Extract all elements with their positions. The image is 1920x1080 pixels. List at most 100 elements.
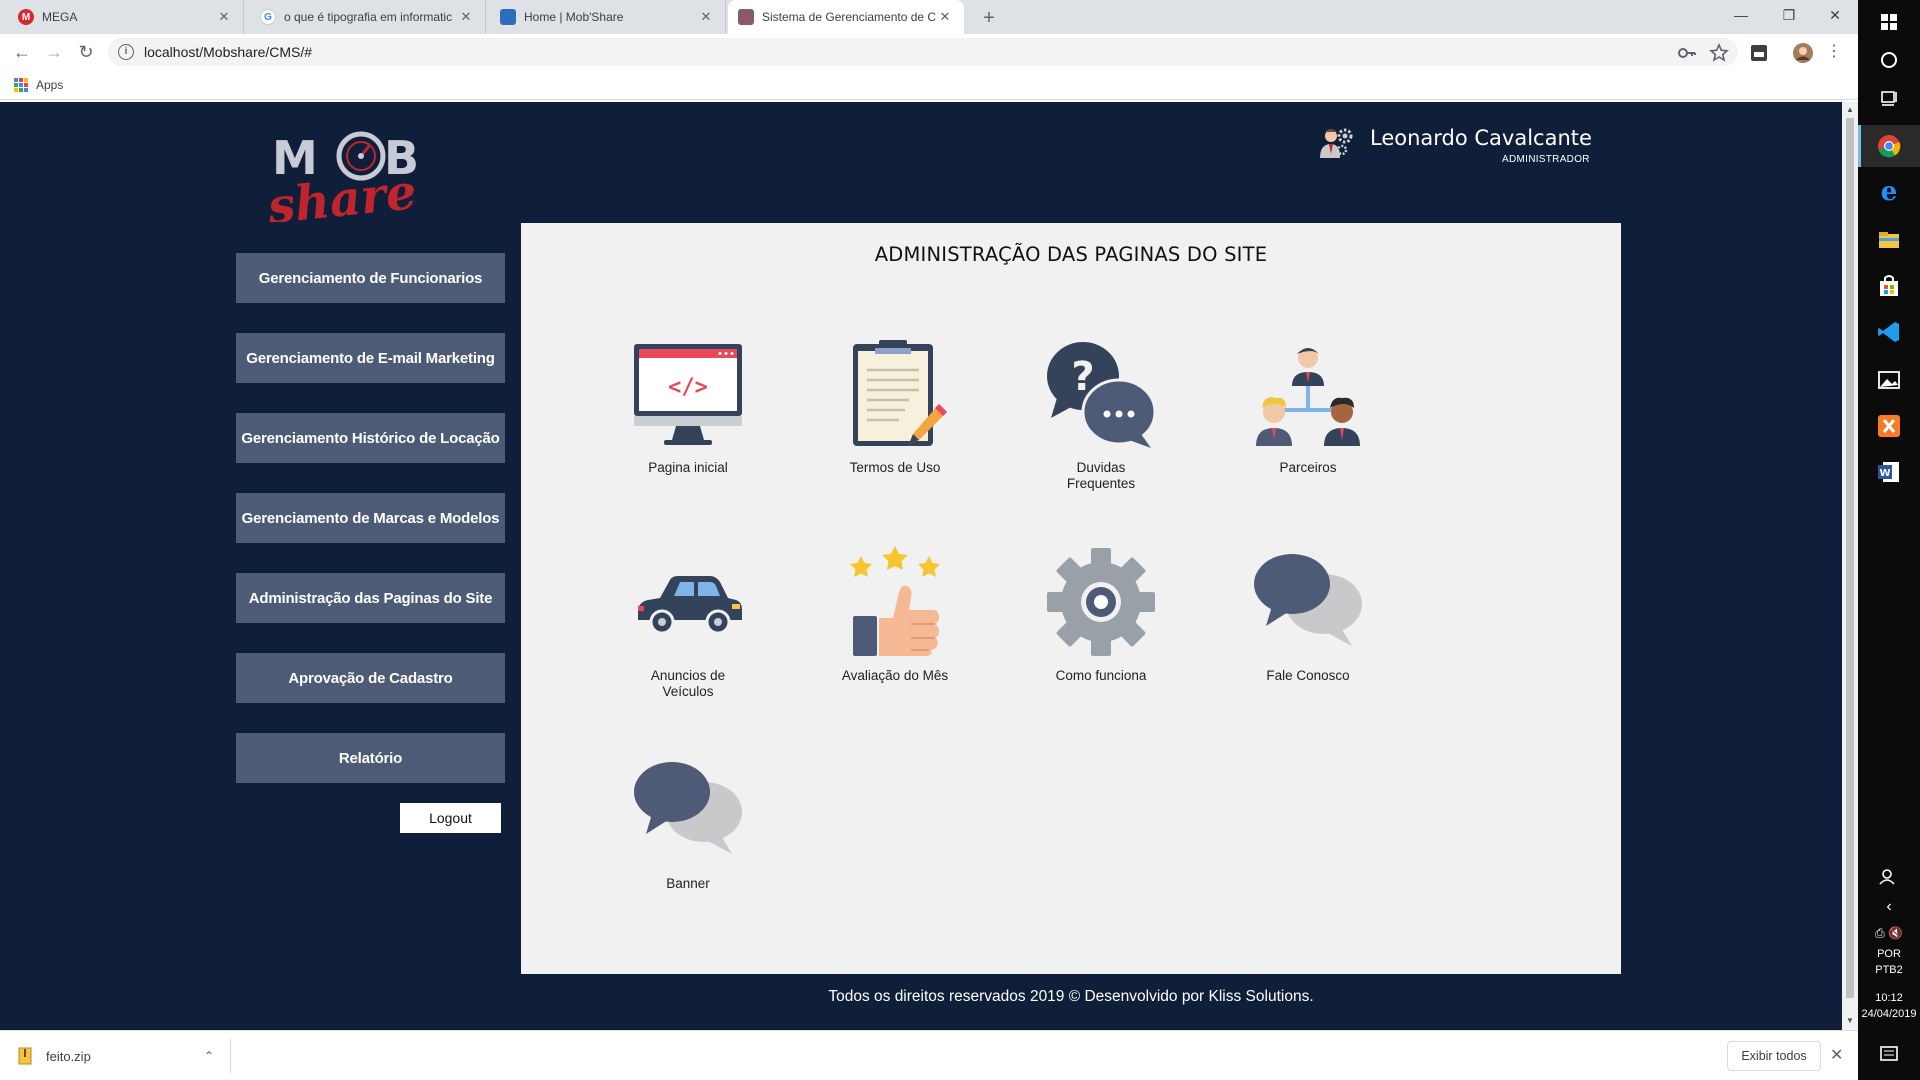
tab-strip: M MEGA ✕ G o que é tipografia em informa… [0, 0, 1858, 34]
people-icon[interactable] [1875, 862, 1903, 890]
card-avaliacao-mes[interactable]: Avaliação do Mês [805, 546, 985, 684]
content-panel: ADMINISTRAÇÃO DAS PAGINAS DO SITE </> Pa… [521, 223, 1621, 974]
menu-administracao-paginas[interactable]: Administração das Paginas do Site [236, 573, 505, 623]
mobshare-favicon-icon [500, 9, 516, 25]
page-title: ADMINISTRAÇÃO DAS PAGINAS DO SITE [874, 243, 1268, 266]
apps-link[interactable]: Apps [36, 78, 63, 92]
network-volume-icons[interactable]: ⎙ 🔇 [1858, 926, 1920, 941]
admin-gear-user-icon [1320, 128, 1353, 158]
code-monitor-icon: </> [634, 344, 742, 445]
page-scrollbar[interactable]: ▲ ▼ [1842, 102, 1858, 1030]
restore-icon[interactable]: ❐ [1766, 0, 1812, 34]
download-filename: feito.zip [46, 1048, 91, 1064]
card-duvidas-frequentes[interactable]: ? Duvidas Frequentes [1011, 338, 1191, 492]
photos-icon[interactable] [1875, 366, 1903, 394]
card-fale-conosco[interactable]: Fale Conosco [1218, 546, 1398, 684]
card-banner[interactable]: Banner [598, 754, 778, 892]
edge-icon[interactable]: e [1875, 177, 1903, 207]
windows-start-icon[interactable] [1875, 8, 1903, 36]
minimize-icon[interactable]: — [1718, 0, 1764, 34]
browser-toolbar: ← → ↻ i localhost/Mobshare/CMS/# ⋮ [0, 34, 1858, 70]
close-icon[interactable]: ✕ [457, 9, 475, 25]
card-label: Duvidas Frequentes [1066, 460, 1136, 491]
card-label: Anuncios de Veículos [650, 668, 726, 699]
gear-icon [1047, 548, 1155, 656]
car-icon [638, 576, 742, 635]
logout-button[interactable]: Logout [400, 803, 501, 833]
card-label: Banner [666, 876, 710, 891]
svg-text:W: W [1879, 468, 1890, 479]
tab-title: o que é tipografia em informatic [284, 10, 453, 24]
tab-mega[interactable]: M MEGA ✕ [8, 0, 244, 34]
admin-profile: Leonardo Cavalcante ADMINISTRADOR [1318, 120, 1594, 170]
apps-grid-icon[interactable] [14, 78, 28, 92]
forward-icon[interactable]: → [42, 41, 66, 65]
back-icon[interactable]: ← [10, 41, 34, 65]
language-code[interactable]: POR [1858, 948, 1920, 960]
clipboard-pencil-icon [853, 340, 947, 446]
page-viewport: M B share Leonardo Cavalcante ADMINISTRA… [0, 102, 1842, 1030]
bookmark-star-icon[interactable] [1708, 42, 1730, 64]
card-como-funciona[interactable]: Como funciona [1011, 546, 1191, 684]
url-text: localhost/Mobshare/CMS/# [144, 44, 313, 60]
key-icon[interactable] [1676, 42, 1698, 64]
search-cortana-icon[interactable] [1875, 46, 1903, 74]
store-icon[interactable] [1875, 272, 1903, 300]
card-anuncios-veiculos[interactable]: Anuncios de Veículos [598, 546, 778, 700]
admin-name: Leonardo Cavalcante [1370, 126, 1592, 150]
card-label: Avaliação do Mês [841, 668, 949, 683]
close-icon[interactable]: ✕ [697, 9, 715, 25]
bookmarks-bar: Apps [0, 70, 1858, 100]
keyboard-layout[interactable]: PTB2 [1858, 964, 1920, 976]
menu-relatorio[interactable]: Relatório [236, 733, 505, 783]
question-chat-icon: ? [1047, 342, 1157, 448]
extension-icon[interactable] [1748, 42, 1770, 64]
clock-date[interactable]: 24/04/2019 [1858, 1008, 1920, 1020]
menu-historico-locacao[interactable]: Gerenciamento Histórico de Locação [236, 413, 505, 463]
chrome-menu-icon[interactable]: ⋮ [1822, 41, 1846, 65]
profile-avatar[interactable] [1792, 42, 1814, 64]
tab-title: MEGA [42, 10, 78, 24]
site-info-icon[interactable]: i [118, 44, 134, 60]
download-bar: feito.zip ⌃ Exibir todos ✕ [0, 1030, 1858, 1080]
menu-gerenciamento-funcionarios[interactable]: Gerenciamento de Funcionarios [236, 253, 505, 303]
card-pagina-inicial[interactable]: </> Pagina inicial [598, 338, 778, 476]
chrome-icon[interactable] [1875, 132, 1903, 160]
menu-marcas-modelos[interactable]: Gerenciamento de Marcas e Modelos [236, 493, 505, 543]
tab-title: Sistema de Gerenciamento de Co [762, 10, 936, 24]
tab-title: Home | Mob'Share [524, 10, 624, 24]
card-termos-de-uso[interactable]: Termos de Uso [805, 338, 985, 476]
xampp-icon[interactable] [1875, 412, 1903, 440]
notifications-icon[interactable] [1875, 1040, 1903, 1068]
chevron-up-icon[interactable]: ⌃ [204, 1049, 214, 1063]
scroll-thumb[interactable] [1846, 118, 1854, 998]
tab-mobshare-home[interactable]: Home | Mob'Share ✕ [490, 0, 726, 34]
close-icon[interactable]: ✕ [1830, 1045, 1843, 1065]
scroll-up-icon[interactable]: ▲ [1846, 105, 1854, 114]
reload-icon[interactable]: ↻ [74, 41, 98, 65]
svg-text:</>: </> [668, 375, 708, 400]
clock-time[interactable]: 10:12 [1858, 992, 1920, 1004]
close-icon[interactable]: ✕ [215, 9, 233, 25]
card-parceiros[interactable]: Parceiros [1218, 338, 1398, 476]
tab-google-search[interactable]: G o que é tipografia em informatic ✕ [250, 0, 486, 34]
tab-cms-active[interactable]: Sistema de Gerenciamento de Co ✕ [728, 0, 964, 34]
new-tab-button[interactable]: + [978, 7, 1000, 29]
address-bar[interactable]: i localhost/Mobshare/CMS/# [108, 38, 1738, 66]
chevron-left-icon[interactable]: ‹ [1858, 898, 1920, 916]
chat-bubbles-icon [634, 762, 742, 854]
show-all-downloads-button[interactable]: Exibir todos [1727, 1041, 1821, 1071]
menu-email-marketing[interactable]: Gerenciamento de E-mail Marketing [236, 333, 505, 383]
download-item[interactable]: feito.zip ⌃ [18, 1041, 214, 1071]
scroll-down-icon[interactable]: ▼ [1846, 1016, 1854, 1025]
vscode-icon[interactable] [1875, 318, 1903, 346]
window-close-icon[interactable]: ✕ [1812, 0, 1858, 34]
chat-bubbles-icon [1254, 554, 1362, 646]
file-explorer-icon[interactable] [1875, 226, 1903, 254]
close-icon[interactable]: ✕ [936, 9, 954, 25]
word-icon[interactable]: W [1875, 458, 1903, 486]
cms-favicon-icon [738, 9, 754, 25]
menu-aprovacao-cadastro[interactable]: Aprovação de Cadastro [236, 653, 505, 703]
card-label: Como funciona [1055, 668, 1147, 683]
task-view-icon[interactable] [1875, 84, 1903, 112]
